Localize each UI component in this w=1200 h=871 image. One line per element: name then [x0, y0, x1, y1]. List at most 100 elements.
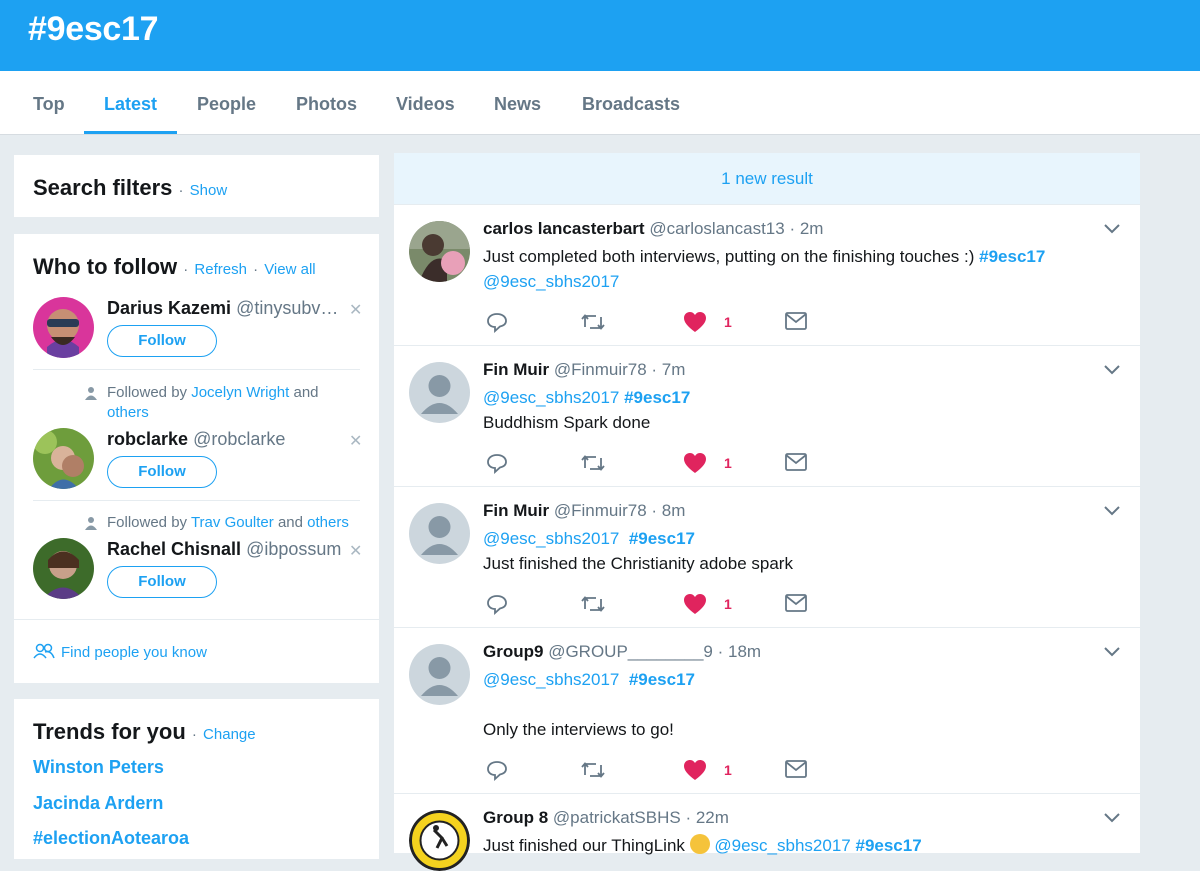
tweet-author-name[interactable]: carlos lancasterbart: [483, 219, 645, 238]
tweet-text: @9esc_sbhs2017 #9esc17 Buddhism Spark do…: [483, 388, 691, 432]
wtf-user-name[interactable]: Darius Kazemi @tinysubv…: [107, 298, 338, 319]
like-count: 1: [724, 596, 732, 612]
tweet-handle[interactable]: @carloslancast13: [649, 219, 784, 238]
tab-news[interactable]: News: [474, 71, 561, 134]
who-to-follow-title: Who to follow · Refresh · View all: [33, 254, 316, 279]
trends-change-link[interactable]: Change: [203, 726, 256, 743]
followed-by-text: Followed by Trav Goulter and others: [107, 514, 349, 531]
new-results-bar[interactable]: 1 new result: [394, 153, 1140, 205]
follow-button[interactable]: Follow: [107, 566, 217, 598]
tab-top[interactable]: Top: [13, 71, 85, 134]
tweet-text: Just finished our ThingLink @9esc_sbhs20…: [483, 834, 922, 855]
find-people-link[interactable]: Find people you know: [33, 643, 207, 661]
retweet-icon[interactable]: [580, 759, 606, 781]
hashtag-link[interactable]: #9esc17: [629, 529, 695, 548]
view-all-link[interactable]: View all: [264, 261, 315, 278]
chevron-down-icon[interactable]: [1104, 364, 1120, 376]
tweet-author-name[interactable]: Fin Muir: [483, 501, 549, 520]
chevron-down-icon[interactable]: [1104, 812, 1120, 824]
tweet[interactable]: Fin Muir @Finmuir78 · 8m @9esc_sbhs2017 …: [394, 487, 1140, 628]
dm-icon[interactable]: [785, 453, 807, 471]
tweet-handle[interactable]: @patrickatSBHS: [553, 808, 681, 827]
reply-icon[interactable]: [486, 311, 508, 333]
hashtag-link[interactable]: #9esc17: [855, 836, 921, 855]
tab-videos[interactable]: Videos: [376, 71, 475, 134]
dm-icon[interactable]: [785, 760, 807, 778]
mention-link[interactable]: @9esc_sbhs2017: [483, 388, 619, 407]
dm-icon[interactable]: [785, 312, 807, 330]
retweet-icon[interactable]: [580, 593, 606, 615]
close-icon[interactable]: ✕: [349, 300, 362, 320]
wtf-user-name[interactable]: robclarke @robclarke: [107, 429, 285, 450]
heart-icon[interactable]: [683, 759, 707, 781]
tweet-handle[interactable]: @Finmuir78: [554, 501, 647, 520]
avatar[interactable]: [33, 297, 94, 358]
tweet-time[interactable]: · 2m: [789, 219, 823, 238]
page-title: #9esc17: [28, 10, 159, 48]
heart-icon[interactable]: [683, 311, 707, 333]
tweet-time[interactable]: · 22m: [685, 808, 728, 827]
tab-broadcasts[interactable]: Broadcasts: [562, 71, 700, 134]
tweet[interactable]: Fin Muir @Finmuir78 · 7m @9esc_sbhs2017 …: [394, 346, 1140, 487]
trend-item[interactable]: #electionAotearoa: [33, 828, 189, 849]
hashtag-link[interactable]: #9esc17: [624, 388, 690, 407]
mention-link[interactable]: @9esc_sbhs2017: [714, 836, 850, 855]
reply-icon[interactable]: [486, 452, 508, 474]
tweet[interactable]: Group9 @GROUP________9 · 18m @9esc_sbhs2…: [394, 628, 1140, 794]
tweet-time[interactable]: · 7m: [651, 360, 685, 379]
trends-title: Trends for you · Change: [33, 719, 256, 744]
trend-item[interactable]: Jacinda Ardern: [33, 793, 163, 814]
tweet-time[interactable]: · 18m: [718, 642, 761, 661]
followed-by-link[interactable]: Trav Goulter: [191, 514, 274, 531]
chevron-down-icon[interactable]: [1104, 505, 1120, 517]
wtf-user-name[interactable]: Rachel Chisnall @ibpossum: [107, 539, 341, 560]
chevron-down-icon[interactable]: [1104, 223, 1120, 235]
avatar[interactable]: [409, 362, 470, 423]
followed-by-link[interactable]: Jocelyn Wright: [191, 384, 289, 401]
reply-icon[interactable]: [486, 593, 508, 615]
follow-button[interactable]: Follow: [107, 325, 217, 357]
retweet-icon[interactable]: [580, 452, 606, 474]
tweet[interactable]: Group 8 @patrickatSBHS · 22m Just finish…: [394, 794, 1140, 871]
avatar[interactable]: [409, 810, 470, 871]
divider: [14, 619, 379, 620]
avatar[interactable]: [33, 538, 94, 599]
tweet-stream: 1 new result carlos lancasterbart @carlo…: [394, 153, 1140, 871]
search-filters-show-link[interactable]: Show: [190, 182, 228, 199]
tab-people[interactable]: People: [177, 71, 276, 134]
trend-item[interactable]: Winston Peters: [33, 757, 164, 778]
close-icon[interactable]: ✕: [349, 541, 362, 561]
followed-by-others-link[interactable]: others: [307, 514, 349, 531]
refresh-link[interactable]: Refresh: [194, 261, 247, 278]
avatar[interactable]: [409, 644, 470, 705]
hashtag-link[interactable]: #9esc17: [629, 670, 695, 689]
tweet-author-name[interactable]: Group 8: [483, 808, 548, 827]
chevron-down-icon[interactable]: [1104, 646, 1120, 658]
reply-icon[interactable]: [486, 759, 508, 781]
tab-photos[interactable]: Photos: [276, 71, 377, 134]
mention-link[interactable]: @9esc_sbhs2017: [483, 670, 619, 689]
who-to-follow-label: Who to follow: [33, 254, 178, 279]
tweet-author-name[interactable]: Group9: [483, 642, 543, 661]
dm-icon[interactable]: [785, 594, 807, 612]
hashtag-link[interactable]: #9esc17: [979, 247, 1045, 266]
tweet-time[interactable]: · 8m: [651, 501, 685, 520]
close-icon[interactable]: ✕: [349, 431, 362, 451]
emoji-icon: [689, 834, 710, 854]
heart-icon[interactable]: [683, 452, 707, 474]
mention-link[interactable]: @9esc_sbhs2017: [483, 272, 619, 291]
avatar[interactable]: [409, 503, 470, 564]
mention-link[interactable]: @9esc_sbhs2017: [483, 529, 619, 548]
heart-icon[interactable]: [683, 593, 707, 615]
avatar[interactable]: [409, 221, 470, 282]
retweet-icon[interactable]: [580, 311, 606, 333]
tweet-author-name[interactable]: Fin Muir: [483, 360, 549, 379]
follow-button[interactable]: Follow: [107, 456, 217, 488]
tweet[interactable]: carlos lancasterbart @carloslancast13 · …: [394, 205, 1140, 346]
tab-latest[interactable]: Latest: [84, 71, 178, 134]
tweet-handle[interactable]: @GROUP________9: [548, 642, 713, 661]
avatar[interactable]: [33, 428, 94, 489]
tweet-handle[interactable]: @Finmuir78: [554, 360, 647, 379]
tweet-header: Fin Muir @Finmuir78 · 7m: [483, 360, 685, 380]
followed-by-others-link[interactable]: others: [107, 404, 149, 421]
